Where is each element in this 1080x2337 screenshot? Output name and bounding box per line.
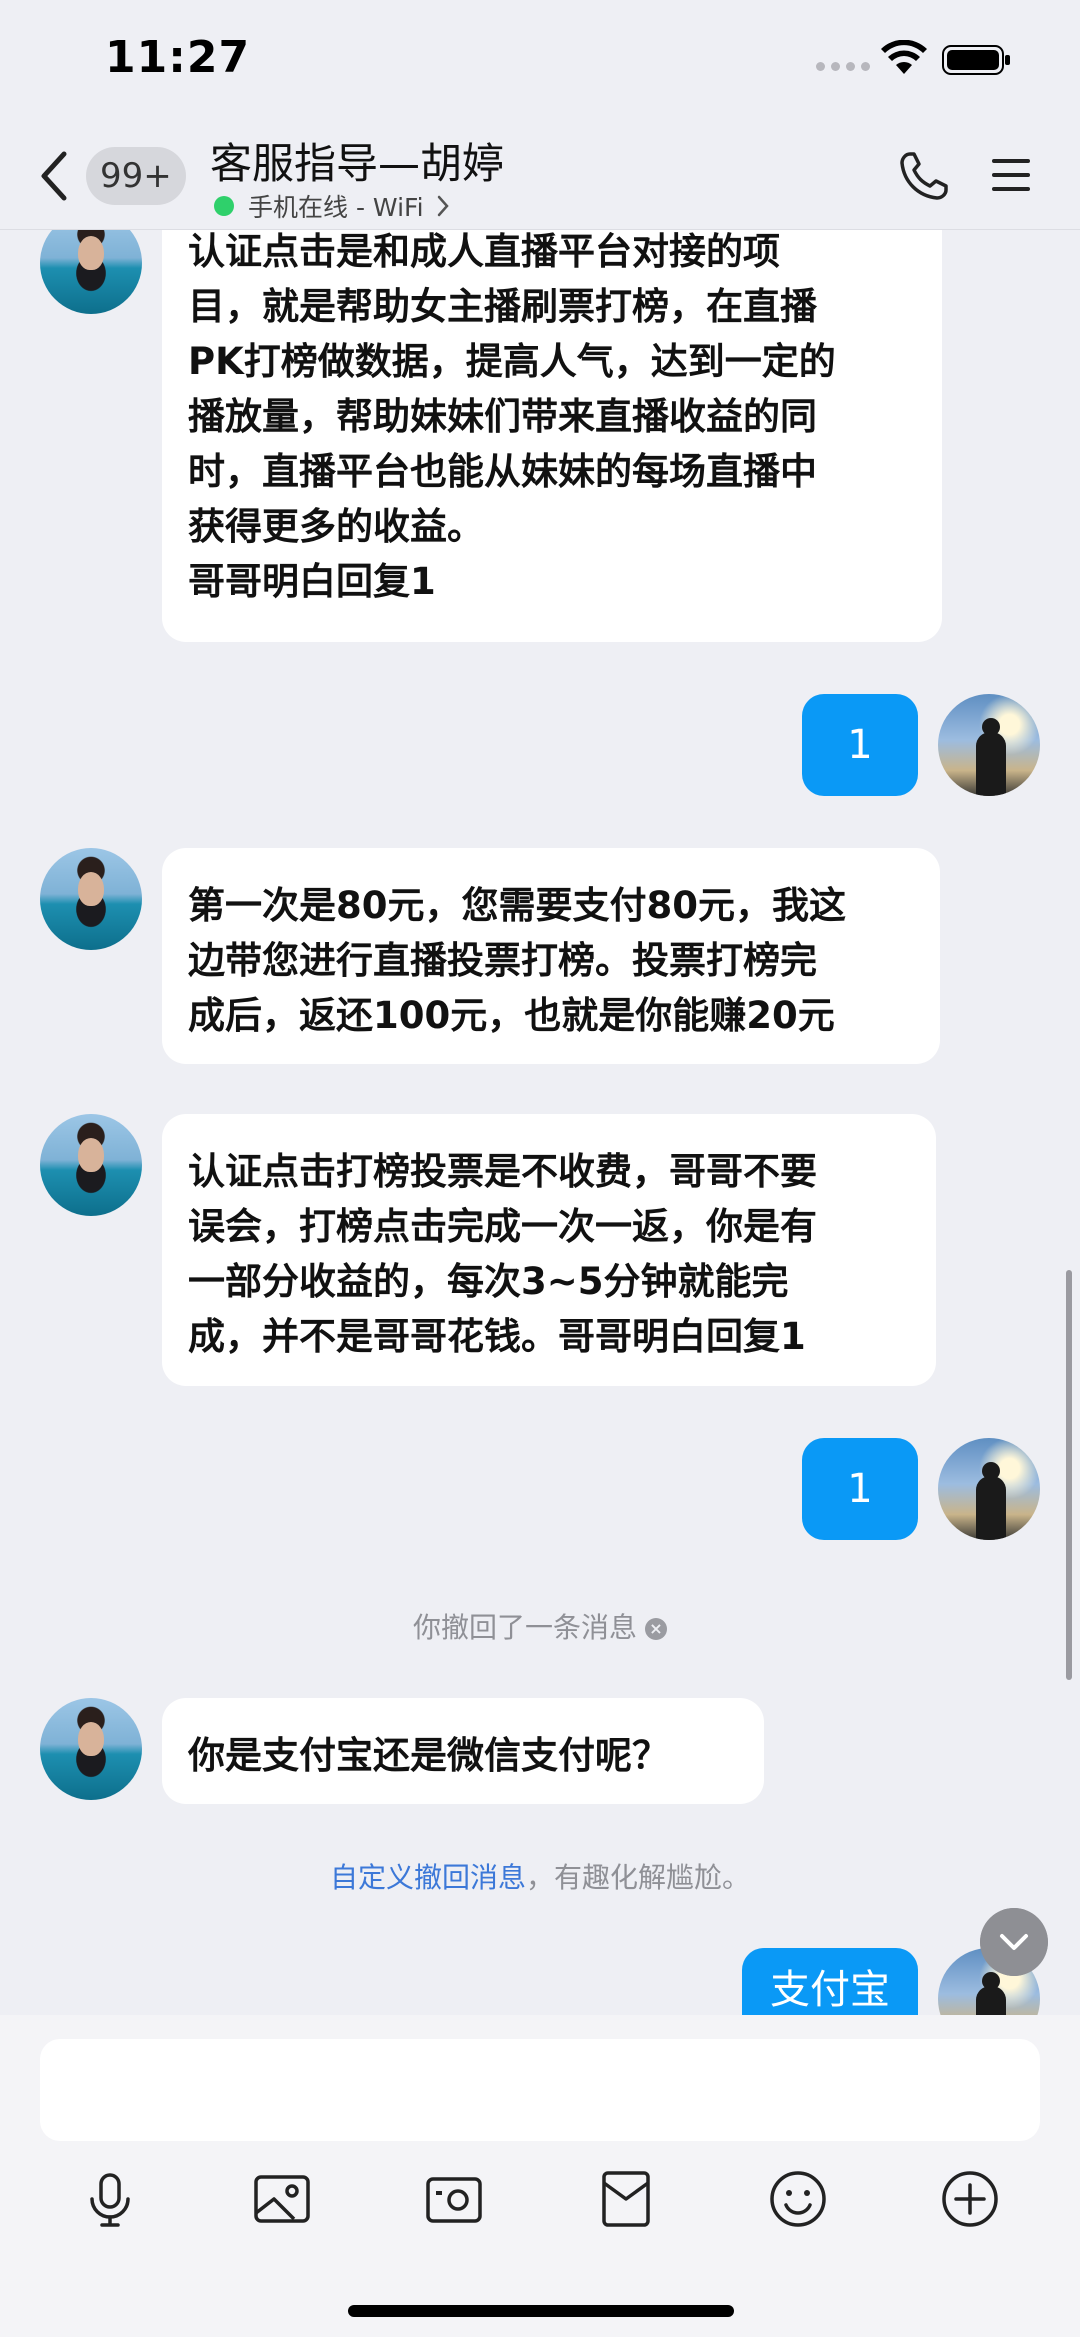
message-bubble-outgoing[interactable]: 1 (802, 694, 918, 796)
camera-icon[interactable] (422, 2167, 486, 2231)
cellular-signal-icon (816, 62, 870, 71)
message-input[interactable] (40, 2039, 1040, 2141)
recall-notice-text: 你撤回了一条消息 (412, 1611, 637, 1644)
online-status[interactable]: 手机在线 - WiFi (214, 188, 450, 224)
unread-count-badge[interactable]: 99+ (86, 147, 186, 205)
scroll-to-bottom-button[interactable] (980, 1908, 1048, 1976)
recall-tip: 自定义撤回消息，有趣化解尴尬。 (0, 1856, 1080, 1896)
wifi-icon (881, 40, 927, 74)
red-packet-icon[interactable] (594, 2167, 658, 2231)
emoji-icon[interactable] (766, 2167, 830, 2231)
recall-notice: 你撤回了一条消息 × (0, 1606, 1080, 1646)
chevron-right-icon (437, 195, 449, 217)
phone-icon[interactable] (896, 148, 952, 204)
chat-screen: 11:27 99+ 客服指导—胡婷 手机在线 - WiFi 认证点击是和成人直播… (0, 0, 1080, 2337)
message-bubble-incoming[interactable]: 认证点击打榜投票是不收费，哥哥不要 误会，打榜点击完成一次一返，你是有 一部分收… (162, 1114, 936, 1386)
message-bubble-incoming[interactable]: 第一次是80元，您需要支付80元，我这 边带您进行直播投票打榜。投票打榜完 成后… (162, 848, 940, 1064)
online-dot-icon (214, 196, 234, 216)
contact-avatar[interactable] (40, 1698, 142, 1800)
status-bar: 11:27 (0, 0, 1080, 130)
plus-icon[interactable] (938, 2167, 1002, 2231)
microphone-icon[interactable] (78, 2167, 142, 2231)
my-avatar[interactable] (938, 694, 1040, 796)
contact-avatar[interactable] (40, 1114, 142, 1216)
my-avatar[interactable] (938, 1438, 1040, 1540)
input-area (0, 2015, 1080, 2337)
message-bubble-outgoing[interactable]: 支付宝 (742, 1948, 918, 2015)
contact-avatar[interactable] (40, 848, 142, 950)
recall-tip-text: ，有趣化解尴尬。 (526, 1861, 751, 1894)
contact-name[interactable]: 客服指导—胡婷 (210, 130, 504, 191)
message-bubble-incoming[interactable]: 认证点击是和成人直播平台对接的项 目，就是帮助女主播刷票打榜，在直播 PK打榜做… (162, 230, 942, 642)
image-icon[interactable] (250, 2167, 314, 2231)
message-list[interactable]: 认证点击是和成人直播平台对接的项 目，就是帮助女主播刷票打榜，在直播 PK打榜做… (0, 230, 1080, 2015)
back-icon[interactable] (36, 148, 70, 204)
custom-recall-link[interactable]: 自定义撤回消息 (330, 1861, 526, 1894)
message-bubble-incoming[interactable]: 你是支付宝还是微信支付呢？ (162, 1698, 764, 1804)
message-bubble-outgoing[interactable]: 1 (802, 1438, 918, 1540)
close-icon[interactable]: × (645, 1618, 667, 1640)
home-indicator (348, 2305, 734, 2317)
scrollbar[interactable] (1066, 1270, 1072, 1680)
chat-header: 99+ 客服指导—胡婷 手机在线 - WiFi (0, 130, 1080, 230)
battery-icon (942, 45, 1010, 75)
menu-icon[interactable] (990, 154, 1032, 196)
status-time: 11:27 (105, 32, 251, 83)
contact-avatar[interactable] (40, 230, 142, 314)
online-status-text: 手机在线 - WiFi (248, 193, 424, 222)
